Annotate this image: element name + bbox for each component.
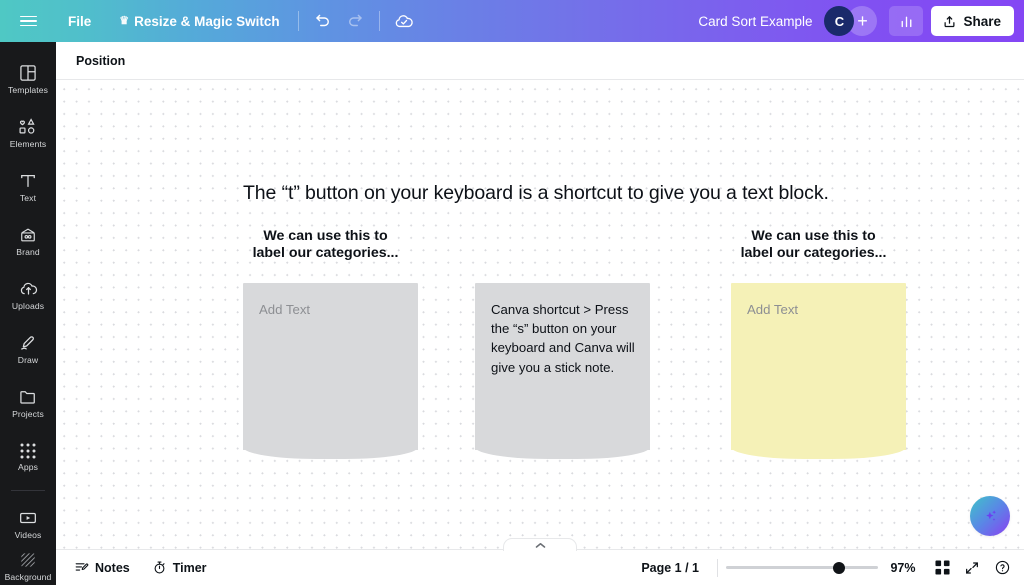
sticky-note-text: Add Text <box>259 302 311 317</box>
magic-studio-button[interactable] <box>970 496 1010 536</box>
sidebar-item-label: Brand <box>16 247 40 258</box>
upload-icon <box>944 15 955 27</box>
sidebar-item-background[interactable]: Background <box>0 539 56 585</box>
resize-magic-switch-button[interactable]: ♛ Resize & Magic Switch <box>109 7 289 35</box>
canvas-title-text[interactable]: The “t” button on your keyboard is a sho… <box>243 182 829 205</box>
header-divider-2 <box>378 11 380 31</box>
sidebar-item-brand[interactable]: Brand <box>0 214 56 268</box>
cloud-check-icon[interactable] <box>388 5 420 37</box>
text-icon <box>18 171 38 191</box>
sticky-note-text: Canva shortcut > Press the “s” button on… <box>491 302 635 375</box>
document-title[interactable]: Card Sort Example <box>686 14 824 29</box>
chevron-up-icon <box>535 542 546 549</box>
bottom-bar-divider <box>717 558 718 577</box>
sticky-note-middle[interactable]: Canva shortcut > Press the “s” button on… <box>475 283 650 459</box>
sidebar-item-uploads[interactable]: Uploads <box>0 268 56 322</box>
notes-button[interactable]: Notes <box>66 555 138 581</box>
sidebar-item-apps[interactable]: Apps <box>0 430 56 484</box>
position-button[interactable]: Position <box>68 49 133 73</box>
sidebar-item-label: Templates <box>7 85 49 96</box>
question-circle-icon[interactable] <box>988 554 1016 582</box>
bottom-bar-right-group: Page 1 / 1 97% <box>631 554 1024 582</box>
file-menu-button[interactable]: File <box>58 7 101 35</box>
sidebar-item-projects[interactable]: Projects <box>0 376 56 430</box>
whiteboard-canvas[interactable]: The “t” button on your keyboard is a sho… <box>56 80 1024 585</box>
category-label-right[interactable]: We can use this to label our categories.… <box>731 228 896 261</box>
sidebar-item-label: Projects <box>12 409 44 420</box>
sidebar-item-draw[interactable]: Draw <box>0 322 56 376</box>
collapse-panel-handle[interactable] <box>503 538 577 551</box>
brand-icon <box>18 225 38 245</box>
sidebar-item-label: Apps <box>18 462 38 473</box>
sparkle-icon <box>985 509 996 521</box>
notes-icon <box>74 560 89 575</box>
sidebar-item-label: Elements <box>9 139 47 150</box>
timer-button[interactable]: Timer <box>144 555 215 581</box>
video-play-icon <box>17 508 39 528</box>
hamburger-icon[interactable] <box>8 0 48 42</box>
zoom-slider-track <box>726 566 878 569</box>
bottom-toolbar: Notes Timer Page 1 / 1 97% <box>56 538 1024 585</box>
sidebar-divider <box>11 490 45 491</box>
left-sidebar: Templates Elements Text Brand Uploads Dr… <box>0 42 56 585</box>
templates-icon <box>18 63 38 83</box>
file-menu-label: File <box>68 13 92 29</box>
elements-icon <box>18 117 39 137</box>
crown-icon: ♛ <box>119 14 130 27</box>
sidebar-item-elements[interactable]: Elements <box>0 106 56 160</box>
undo-icon[interactable] <box>307 5 339 37</box>
zoom-slider-knob[interactable] <box>833 561 845 574</box>
top-toolbar: File ♛ Resize & Magic Switch Card Sort E… <box>0 0 1024 42</box>
header-left-group: File ♛ Resize & Magic Switch <box>0 0 420 42</box>
timer-label: Timer <box>172 560 207 575</box>
header-divider-1 <box>297 11 299 31</box>
share-label: Share <box>963 13 1001 29</box>
sidebar-item-text[interactable]: Text <box>0 160 56 214</box>
sticky-note-text: Add Text <box>747 302 799 317</box>
avatar[interactable]: C <box>824 6 855 36</box>
apps-grid-icon <box>19 442 37 460</box>
zoom-level-value[interactable]: 97% <box>880 561 926 575</box>
collaborators-group: C + <box>824 6 878 36</box>
sidebar-item-label: Draw <box>17 355 39 366</box>
canva-editor-window: File ♛ Resize & Magic Switch Card Sort E… <box>0 0 1024 585</box>
redo-icon[interactable] <box>339 5 371 37</box>
background-hatch-icon <box>18 550 38 570</box>
uploads-cloud-icon <box>18 279 39 299</box>
sidebar-item-label: Background <box>4 572 52 583</box>
folder-icon <box>18 387 38 407</box>
resize-magic-switch-label: Resize & Magic Switch <box>134 13 280 29</box>
share-button[interactable]: Share <box>931 6 1014 36</box>
sidebar-item-label: Uploads <box>11 301 45 312</box>
draw-pen-icon <box>18 333 38 353</box>
object-toolbar: Position <box>56 42 1024 80</box>
insights-button[interactable] <box>889 6 924 36</box>
sticky-note-right[interactable]: Add Text <box>731 283 906 459</box>
notes-label: Notes <box>95 560 130 575</box>
sidebar-item-templates[interactable]: Templates <box>0 52 56 106</box>
zoom-slider[interactable] <box>726 560 878 576</box>
header-right-group: Card Sort Example C + Share <box>686 0 1024 42</box>
stopwatch-icon <box>152 560 167 575</box>
expand-arrows-icon[interactable] <box>958 554 986 582</box>
page-indicator[interactable]: Page 1 / 1 <box>631 561 709 575</box>
grid-view-icon[interactable] <box>928 554 956 582</box>
sticky-note-left[interactable]: Add Text <box>243 283 418 459</box>
sidebar-item-label: Text <box>19 193 37 204</box>
category-label-left[interactable]: We can use this to label our categories.… <box>243 228 408 261</box>
